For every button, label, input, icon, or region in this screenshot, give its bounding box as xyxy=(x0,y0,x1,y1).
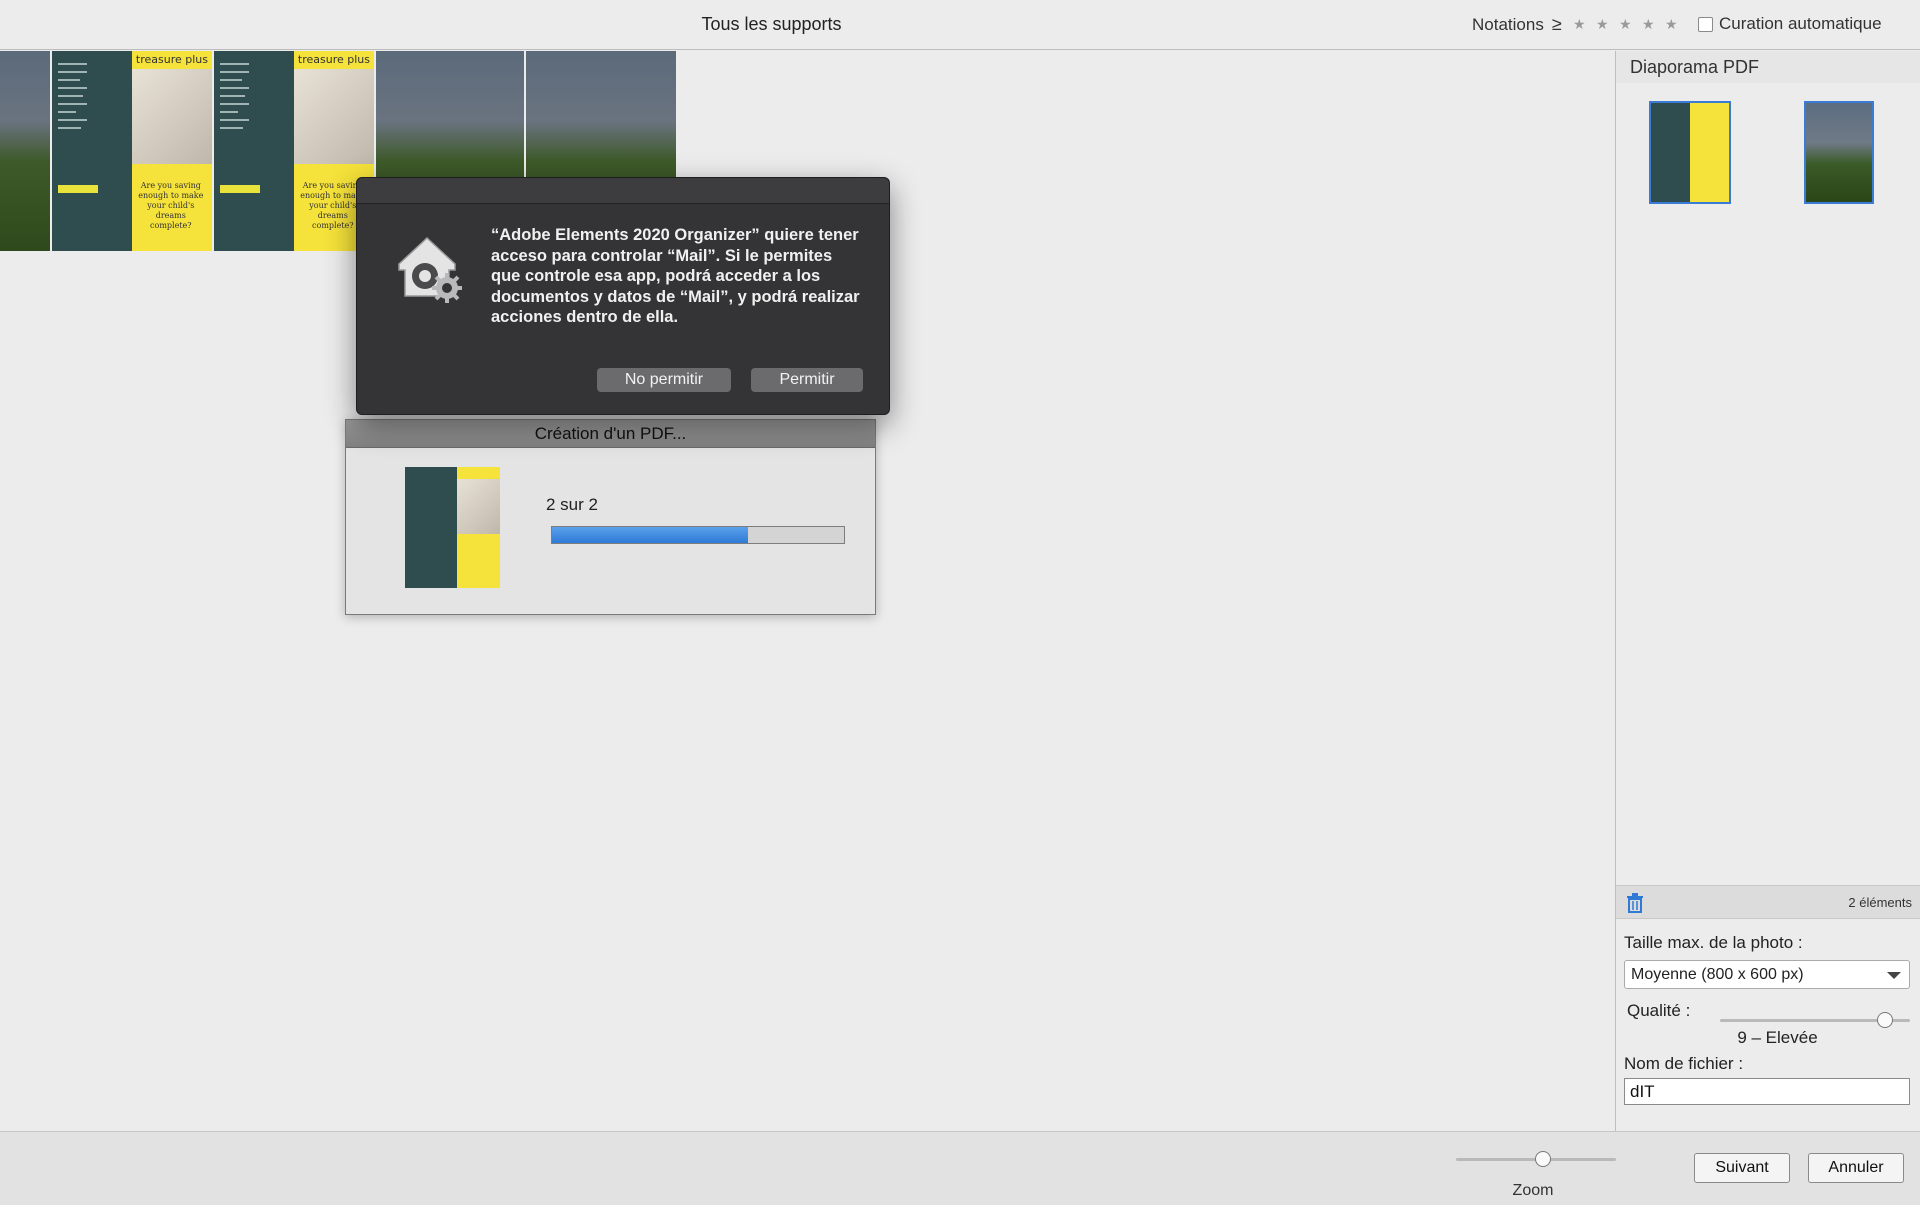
doc-logo: treasure plus xyxy=(297,53,370,66)
media-thumbnail[interactable]: treasure plus Are you saving enough to m… xyxy=(214,51,374,251)
slider-knob[interactable] xyxy=(1877,1012,1893,1028)
ratings-operator: ≥ xyxy=(1551,14,1562,34)
rating-stars: ★ ★ ★ ★ ★ xyxy=(1568,16,1683,33)
cancel-button[interactable]: Annuler xyxy=(1808,1153,1904,1183)
star-icon[interactable]: ★ xyxy=(1637,16,1660,33)
star-icon[interactable]: ★ xyxy=(1660,16,1683,33)
alert-message: “Adobe Elements 2020 Organizer” quiere t… xyxy=(491,226,860,326)
quality-value: 9 – Elevée xyxy=(1737,1028,1818,1047)
security-gear-icon xyxy=(398,236,462,303)
progress-count: 2 sur 2 xyxy=(546,495,598,514)
star-icon[interactable]: ★ xyxy=(1614,16,1637,33)
star-icon[interactable]: ★ xyxy=(1568,16,1591,33)
quality-slider[interactable] xyxy=(1720,1010,1910,1030)
auto-curation-toggle[interactable]: Curation automatique xyxy=(1698,14,1882,34)
ratings-filter: Notations ≥ ★ ★ ★ ★ ★ xyxy=(1472,14,1683,35)
pdf-progress-dialog: Création d'un PDF... 2 sur 2 xyxy=(345,419,876,615)
deny-button[interactable]: No permitir xyxy=(597,368,731,392)
photo-size-select[interactable]: Moyenne (800 x 600 px) xyxy=(1624,960,1910,989)
zoom-label: Zoom xyxy=(1512,1182,1554,1199)
auto-curation-checkbox[interactable] xyxy=(1698,16,1713,32)
permission-alert: “Adobe Elements 2020 Organizer” quiere t… xyxy=(356,177,890,415)
allow-button[interactable]: Permitir xyxy=(751,368,863,392)
doc-tagline: Are you saving enough to make your child… xyxy=(138,181,204,230)
panel-items-bar: 2 éléments xyxy=(1616,885,1920,919)
ratings-label: Notations xyxy=(1472,14,1544,34)
pdf-slideshow-panel: Diaporama PDF 2 éléments Taille max. de … xyxy=(1615,51,1920,1131)
pdf-item-thumbnail[interactable] xyxy=(1804,101,1874,204)
zoom-slider[interactable] xyxy=(1456,1149,1616,1171)
view-title: Tous les supports xyxy=(701,14,842,34)
doc-logo: treasure plus xyxy=(135,53,208,66)
trash-icon[interactable] xyxy=(1626,893,1644,913)
slider-knob[interactable] xyxy=(1535,1151,1551,1167)
panel-title: Diaporama PDF xyxy=(1630,57,1760,77)
pdf-item-thumbnail[interactable] xyxy=(1649,101,1731,204)
chevron-down-icon xyxy=(1887,972,1901,979)
media-thumbnail[interactable] xyxy=(0,51,50,251)
auto-curation-label: Curation automatique xyxy=(1719,14,1882,33)
items-count: 2 éléments xyxy=(1848,895,1912,910)
progress-bar xyxy=(551,526,845,544)
media-thumbnail[interactable]: treasure plus Are you saving enough to m… xyxy=(52,51,212,251)
next-button[interactable]: Suivant xyxy=(1694,1153,1790,1183)
photo-size-label: Taille max. de la photo : xyxy=(1624,933,1803,952)
bottom-bar: Zoom Suivant Annuler xyxy=(0,1131,1920,1205)
filename-input[interactable] xyxy=(1624,1078,1910,1105)
progress-dialog-title: Création d'un PDF... xyxy=(346,420,875,448)
filename-label: Nom de fichier : xyxy=(1624,1054,1744,1073)
quality-label: Qualité : xyxy=(1627,1001,1691,1020)
alert-titlebar xyxy=(357,178,889,204)
progress-fill xyxy=(552,527,748,543)
star-icon[interactable]: ★ xyxy=(1591,16,1614,33)
progress-thumbnail xyxy=(405,467,500,588)
photo-size-value: Moyenne (800 x 600 px) xyxy=(1631,966,1804,983)
top-bar: Tous les supports Notations ≥ ★ ★ ★ ★ ★ … xyxy=(0,0,1920,50)
